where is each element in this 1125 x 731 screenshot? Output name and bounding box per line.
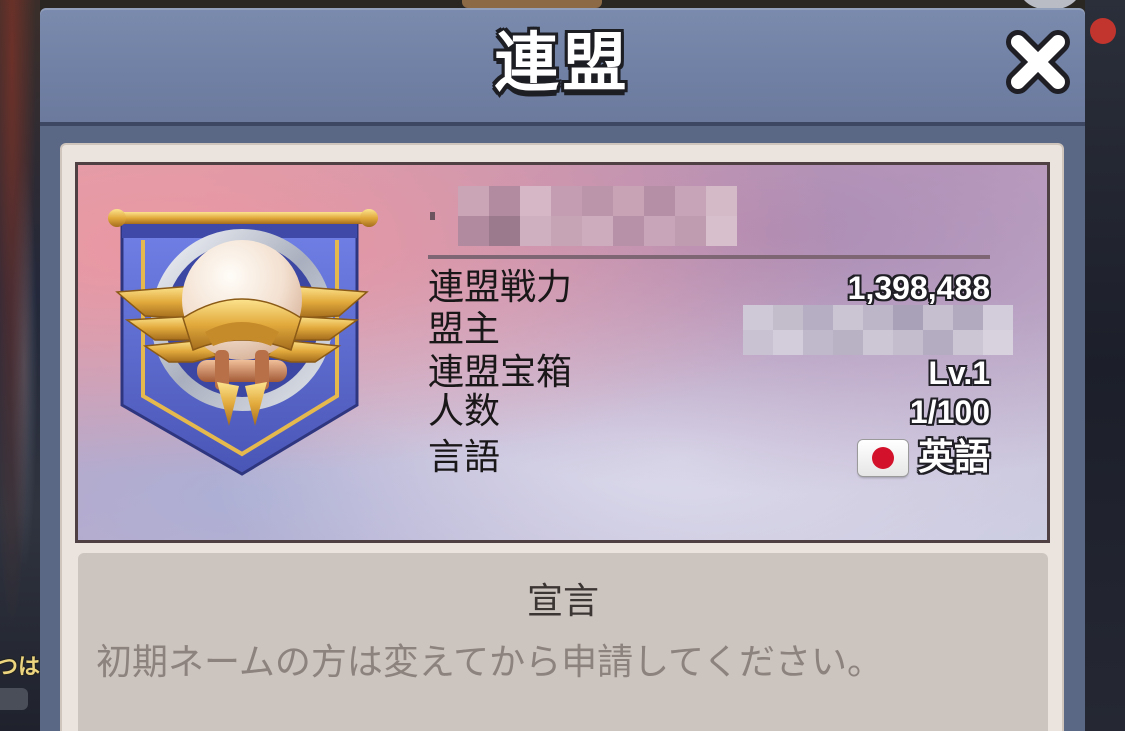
background-top-tab <box>462 0 602 8</box>
alliance-name-mosaic <box>430 186 737 246</box>
mosaic-cell <box>613 216 644 246</box>
mosaic-cell <box>706 216 737 246</box>
background-badge <box>0 688 28 710</box>
stat-label: 連盟戦力 <box>428 267 573 308</box>
mosaic-cell <box>983 305 1013 330</box>
mosaic-cell <box>613 186 644 216</box>
mosaic-cell <box>582 186 613 216</box>
stat-row-language: 言語 英語 <box>428 437 990 479</box>
mosaic-cell <box>489 216 520 246</box>
stat-label: 人数 <box>428 391 501 432</box>
stat-value: 英語 <box>917 437 990 478</box>
japan-flag-icon <box>857 440 908 476</box>
mosaic-cell <box>644 186 675 216</box>
mosaic-cell <box>489 186 520 216</box>
mosaic-cell <box>833 305 863 330</box>
mosaic-cell <box>644 216 675 246</box>
mosaic-cell <box>551 216 582 246</box>
mosaic-cell <box>773 305 803 330</box>
mosaic-cell <box>520 186 551 216</box>
mosaic-cell <box>953 305 983 330</box>
background-scene-right <box>1085 0 1125 731</box>
mosaic-cell <box>863 305 893 330</box>
game-screen: つは 連盟 連盟戦力 1,398,488 盟主 連盟宝箱 Lv.1 人数 1/1… <box>0 0 1125 731</box>
mosaic-cell <box>458 186 489 216</box>
mosaic-cell <box>430 212 435 220</box>
stat-label: 言語 <box>428 437 501 478</box>
mosaic-cell <box>551 186 582 216</box>
close-icon[interactable] <box>1002 26 1074 98</box>
dialog-title: 連盟 <box>494 27 631 101</box>
notification-dot-icon <box>1090 18 1116 44</box>
close-button[interactable] <box>1002 26 1074 98</box>
stat-label: 連盟宝箱 <box>428 352 573 393</box>
flag-circle <box>871 447 894 469</box>
declaration-heading: 宣言 <box>526 581 599 622</box>
mosaic-cell <box>675 216 706 246</box>
stat-row-members: 人数 1/100 <box>428 391 990 433</box>
mosaic-cell <box>458 216 489 246</box>
leader-name-mosaic <box>743 305 1013 355</box>
background-edge-text: つは <box>0 655 41 680</box>
mosaic-cell <box>893 305 923 330</box>
stat-value: Lv.1 <box>928 355 990 391</box>
language-value-group: 英語 <box>857 437 990 479</box>
mosaic-cell <box>706 186 737 216</box>
mosaic-cell <box>743 305 773 330</box>
mosaic-cell <box>803 305 833 330</box>
stat-row-chest: 連盟宝箱 Lv.1 <box>428 352 990 394</box>
stat-value: 1/100 <box>909 394 990 430</box>
mosaic-cell <box>923 305 953 330</box>
mosaic-cell <box>520 216 551 246</box>
alliance-banner-emblem-icon <box>108 209 378 476</box>
background-scene-left <box>0 0 40 731</box>
stat-label: 盟主 <box>428 309 501 350</box>
mosaic-cell <box>675 186 706 216</box>
declaration-text: 初期ネームの方は変えてから申請してください。 <box>96 642 883 683</box>
mosaic-cell <box>582 216 613 246</box>
name-divider <box>428 255 990 259</box>
